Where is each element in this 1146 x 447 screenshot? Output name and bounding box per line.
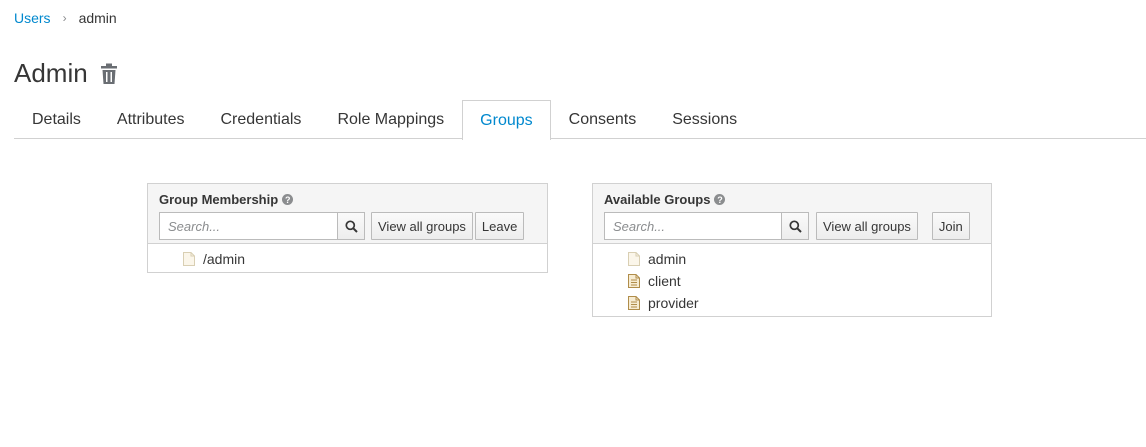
panel-title: Group Membership ? xyxy=(159,192,536,207)
question-circle-icon[interactable]: ? xyxy=(714,194,726,205)
tab-role-mappings[interactable]: Role Mappings xyxy=(319,100,462,139)
tab-bar: Details Attributes Credentials Role Mapp… xyxy=(14,100,1146,140)
chevron-right-icon: › xyxy=(62,11,67,25)
tree-item[interactable]: admin xyxy=(593,248,991,270)
membership-tree: /admin xyxy=(148,244,547,274)
tree-item[interactable]: /admin xyxy=(148,248,547,270)
breadcrumb-current: admin xyxy=(78,10,117,26)
search-icon[interactable] xyxy=(338,212,365,240)
file-icon xyxy=(628,274,640,288)
page-header: Admin xyxy=(14,58,120,89)
file-icon xyxy=(628,252,640,266)
group-membership-panel: Group Membership ? View all groups Leave… xyxy=(147,183,548,273)
question-circle-icon[interactable]: ? xyxy=(282,194,294,205)
tab-consents[interactable]: Consents xyxy=(551,100,655,139)
trash-icon[interactable] xyxy=(100,63,120,85)
tree-item[interactable]: client xyxy=(593,270,991,292)
membership-controls: View all groups Leave xyxy=(159,212,536,240)
tab-groups[interactable]: Groups xyxy=(462,100,551,140)
breadcrumb-users-link[interactable]: Users xyxy=(14,10,51,26)
breadcrumb: Users › admin xyxy=(14,10,117,26)
tree-item-label: admin xyxy=(648,251,687,267)
page-title: Admin xyxy=(14,58,88,88)
group-membership-title: Group Membership xyxy=(159,192,279,207)
panel-header: Group Membership ? View all groups Leave xyxy=(148,184,547,244)
tree-item[interactable]: provider xyxy=(593,292,991,314)
join-button[interactable]: Join xyxy=(931,212,970,240)
tree-item-label: provider xyxy=(648,295,699,311)
available-controls: View all groups Join xyxy=(604,212,980,240)
leave-button[interactable]: Leave xyxy=(474,212,525,240)
available-view-all-button[interactable]: View all groups xyxy=(816,212,918,240)
available-search-input[interactable] xyxy=(604,212,782,240)
tab-details[interactable]: Details xyxy=(14,100,99,139)
available-groups-panel: Available Groups ? View all groups Join … xyxy=(592,183,992,317)
tab-sessions[interactable]: Sessions xyxy=(654,100,755,139)
panel-header: Available Groups ? View all groups Join xyxy=(593,184,991,244)
file-icon xyxy=(628,296,640,310)
panel-title: Available Groups ? xyxy=(604,192,980,207)
tree-item-label: client xyxy=(648,273,681,289)
file-icon xyxy=(183,252,195,266)
membership-search-input[interactable] xyxy=(159,212,338,240)
search-icon[interactable] xyxy=(782,212,809,240)
available-tree: admin client provider xyxy=(593,244,991,318)
membership-view-all-button[interactable]: View all groups xyxy=(371,212,473,240)
available-groups-title: Available Groups xyxy=(604,192,711,207)
tab-credentials[interactable]: Credentials xyxy=(203,100,320,139)
tab-attributes[interactable]: Attributes xyxy=(99,100,203,139)
tree-item-label: /admin xyxy=(203,251,246,267)
